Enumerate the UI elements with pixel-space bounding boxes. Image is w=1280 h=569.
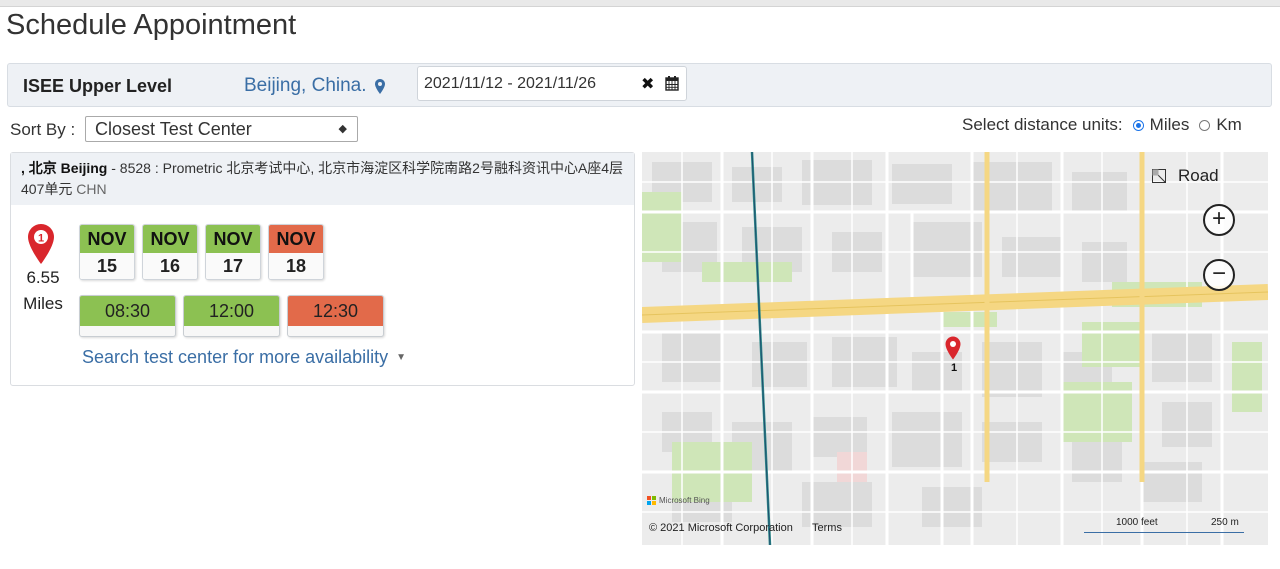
zoom-in-icon[interactable]: + bbox=[1203, 204, 1235, 236]
sort-label: Sort By : bbox=[10, 120, 76, 139]
distance: 6.55 Miles bbox=[20, 265, 66, 317]
time-slot-button[interactable]: 08:30 bbox=[79, 295, 176, 337]
distance-unit: Miles bbox=[23, 294, 63, 313]
clear-icon[interactable]: ✖ bbox=[641, 74, 654, 94]
units-label: Select distance units: bbox=[962, 115, 1123, 134]
road-label: Road bbox=[1178, 166, 1219, 185]
road-icon bbox=[1152, 169, 1166, 183]
location-text: Beijing, China. bbox=[244, 75, 367, 96]
microsoft-logo: Microsoft Bing bbox=[647, 496, 710, 505]
caret-down-icon: ▼ bbox=[396, 352, 407, 363]
time-slot-label: 08:30 bbox=[80, 296, 175, 326]
date-range-value: 2021/11/12 - 2021/11/26 bbox=[424, 75, 596, 92]
sort-select[interactable]: Closest Test Center ◆ bbox=[85, 116, 358, 142]
exam-name: ISEE Upper Level bbox=[23, 76, 173, 96]
test-center-card: , 北京 Beijing - 8528 : Prometric 北京考试中心, … bbox=[10, 152, 635, 386]
map-pin-label: 1 bbox=[951, 362, 958, 374]
test-center-country: CHN bbox=[76, 181, 107, 197]
date-range-input[interactable]: 2021/11/12 - 2021/11/26 ✖ bbox=[417, 66, 687, 101]
date-tile[interactable]: NOV 17 bbox=[205, 224, 261, 280]
scale-bar bbox=[1084, 532, 1244, 533]
pin-number: 1 bbox=[38, 233, 44, 245]
chevron-updown-icon: ◆ bbox=[338, 123, 347, 135]
map[interactable]: Road + − 1 Microsoft Bing © 2021 Microso… bbox=[642, 152, 1268, 545]
more-availability-link[interactable]: Search test center for more availability… bbox=[82, 347, 406, 368]
location-link[interactable]: Beijing, China. bbox=[244, 75, 385, 97]
date-day: 17 bbox=[206, 253, 260, 279]
scale-meters: 250 m bbox=[1211, 517, 1239, 528]
calendar-icon[interactable] bbox=[665, 76, 679, 91]
radio-miles[interactable] bbox=[1132, 119, 1144, 131]
date-month: NOV bbox=[143, 225, 197, 253]
date-month: NOV bbox=[80, 225, 134, 253]
date-day: 16 bbox=[143, 253, 197, 279]
test-center-city: , 北京 Beijing bbox=[21, 160, 108, 176]
zoom-out-icon[interactable]: − bbox=[1203, 259, 1235, 291]
units-option-km[interactable]: Km bbox=[1216, 115, 1242, 135]
time-slot-label: 12:00 bbox=[184, 296, 279, 326]
date-day: 18 bbox=[269, 253, 323, 279]
radio-km[interactable] bbox=[1199, 119, 1211, 131]
units-option-miles[interactable]: Miles bbox=[1150, 115, 1190, 135]
more-availability-text: Search test center for more availability bbox=[82, 347, 389, 367]
search-header-bar: ISEE Upper Level Beijing, China. 2021/11… bbox=[7, 63, 1272, 107]
date-tile-selected[interactable]: NOV 18 bbox=[268, 224, 324, 280]
test-center-header: , 北京 Beijing - 8528 : Prometric 北京考试中心, … bbox=[11, 153, 634, 205]
road-view-toggle[interactable]: Road bbox=[1152, 166, 1219, 186]
date-month: NOV bbox=[206, 225, 260, 253]
logo-text: Microsoft Bing bbox=[659, 496, 710, 505]
map-marker-icon bbox=[374, 78, 385, 94]
top-border bbox=[0, 0, 1280, 7]
page-title: Schedule Appointment bbox=[6, 9, 297, 41]
test-center-address: - 8528 : Prometric 北京考试中心, 北京市海淀区科学院南路2号… bbox=[21, 160, 624, 197]
time-slot-label: 12:30 bbox=[288, 296, 383, 326]
map-terms-link[interactable]: Terms bbox=[812, 522, 842, 534]
microsoft-logo-icon bbox=[647, 496, 656, 505]
date-month: NOV bbox=[269, 225, 323, 253]
location-pin-icon: 1 bbox=[28, 224, 54, 264]
sort-selected-value: Closest Test Center bbox=[95, 119, 252, 139]
date-tile[interactable]: NOV 16 bbox=[142, 224, 198, 280]
map-pin-icon[interactable] bbox=[945, 336, 961, 360]
time-slot-button[interactable]: 12:00 bbox=[183, 295, 280, 337]
date-day: 15 bbox=[80, 253, 134, 279]
scale-feet: 1000 feet bbox=[1116, 517, 1158, 528]
map-copyright: © 2021 Microsoft Corporation bbox=[649, 522, 793, 534]
distance-value: 6.55 bbox=[26, 268, 60, 287]
distance-units: Select distance units: Miles Km bbox=[962, 115, 1242, 135]
time-slot-button-selected[interactable]: 12:30 bbox=[287, 295, 384, 337]
date-tile[interactable]: NOV 15 bbox=[79, 224, 135, 280]
